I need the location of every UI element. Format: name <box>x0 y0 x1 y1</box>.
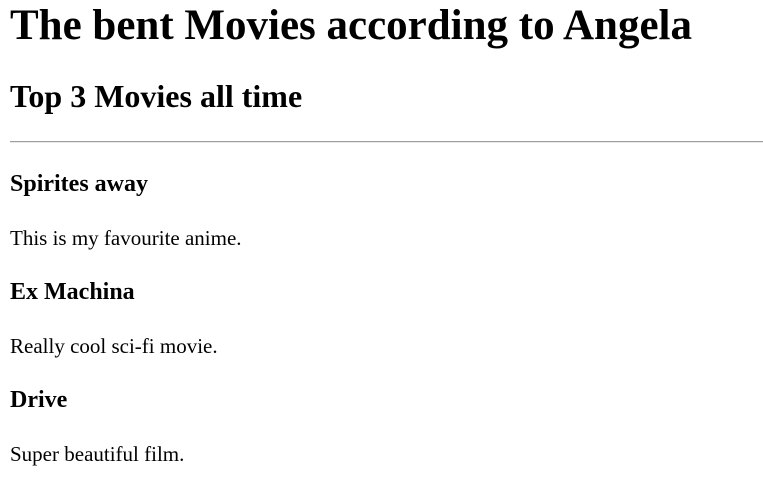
movie-title: Drive <box>10 387 68 413</box>
movie-description: Really cool sci-fi movie. <box>10 334 218 358</box>
movie-entry: Spirites away This is my favourite anime… <box>10 170 763 251</box>
divider <box>10 141 763 143</box>
movie-description: This is my favourite anime. <box>10 226 242 250</box>
movie-title: Ex Machina <box>10 279 135 305</box>
page-subtitle: Top 3 Movies all time <box>10 78 303 114</box>
movie-entry: Drive Super beautiful film. <box>10 386 763 467</box>
page-content: The bent Movies according to Angela Top … <box>0 0 763 467</box>
page-title: The bent Movies according to Angela <box>10 2 692 49</box>
movie-entry: Ex Machina Really cool sci-fi movie. <box>10 278 763 359</box>
movie-title: Spirites away <box>10 171 148 197</box>
movie-description: Super beautiful film. <box>10 442 185 466</box>
